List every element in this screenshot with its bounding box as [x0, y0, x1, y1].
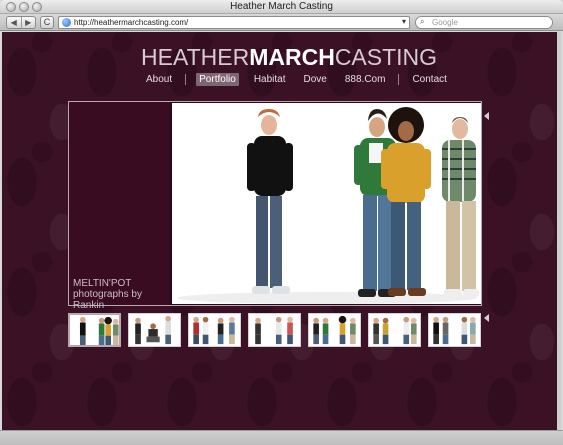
back-button[interactable]: ◀: [7, 17, 21, 28]
nav-portfolio[interactable]: Portfolio: [196, 73, 239, 86]
logo-march: MARCH: [249, 44, 335, 70]
logo-heather: HEATHER: [141, 44, 250, 70]
url-text[interactable]: http://heathermarchcasting.com/: [74, 18, 188, 27]
history-buttons: ◀ ▶: [6, 16, 36, 29]
thumbnail[interactable]: [188, 313, 241, 347]
nav-divider: [398, 74, 400, 85]
window-title: Heather March Casting: [230, 1, 333, 12]
address-bar[interactable]: http://heathermarchcasting.com/ ▾: [58, 16, 410, 29]
caption-panel: MELTIN'POT photographs by Rankin: [69, 102, 170, 311]
gallery-arrow-icon[interactable]: [484, 112, 489, 120]
logo-casting: CASTING: [334, 44, 438, 70]
search-icon: ⌕: [420, 17, 425, 26]
group-photo: [172, 103, 481, 304]
url-dropdown-icon[interactable]: ▾: [402, 17, 406, 26]
search-field[interactable]: ⌕ Google: [415, 16, 553, 29]
reload-button[interactable]: C: [40, 16, 54, 29]
caption-title: MELTIN'POT: [73, 278, 132, 289]
thumbnail-image: [249, 314, 300, 346]
thumbnail-strip: [68, 313, 481, 347]
browser-window: Heather March Casting ◀ ▶ C http://heath…: [0, 0, 563, 445]
nav-contact[interactable]: Contact: [409, 73, 449, 86]
site-logo[interactable]: HEATHERMARCHCASTING: [141, 44, 437, 71]
nav-dove[interactable]: Dove: [301, 73, 330, 86]
thumbnail[interactable]: [128, 313, 181, 347]
nav-888com[interactable]: 888.Com: [342, 73, 389, 86]
thumbnail[interactable]: [428, 313, 481, 347]
nav-habitat[interactable]: Habitat: [251, 73, 289, 86]
thumbnail[interactable]: [308, 313, 361, 347]
forward-button[interactable]: ▶: [20, 17, 36, 28]
caption-credit: photographs by Rankin: [73, 289, 142, 311]
thumbnail-image: [369, 314, 420, 346]
title-bar: Heather March Casting: [0, 0, 563, 14]
status-bar: [0, 430, 563, 445]
thumbnail-image: [309, 314, 360, 346]
search-placeholder[interactable]: Google: [432, 18, 458, 27]
gallery-caption: MELTIN'POT photographs by Rankin: [73, 278, 170, 311]
nav-about[interactable]: About: [143, 73, 175, 86]
thumbnail-image: [189, 314, 240, 346]
featured-photo[interactable]: [172, 103, 481, 304]
thumbnails-arrow-icon[interactable]: [484, 314, 489, 322]
browser-toolbar: ◀ ▶ C http://heathermarchcasting.com/ ▾ …: [0, 14, 563, 31]
page-edge: [557, 32, 561, 430]
featured-gallery: MELTIN'POT photographs by Rankin: [68, 101, 482, 311]
thumbnail[interactable]: [68, 313, 121, 347]
nav-divider: [185, 74, 187, 85]
thumbnail[interactable]: [368, 313, 421, 347]
site-nav: About Portfolio Habitat Dove 888.Com Con…: [143, 73, 450, 86]
globe-icon: [62, 18, 71, 27]
thumbnail-image: [129, 314, 180, 346]
thumbnail-image: [429, 314, 480, 346]
thumbnail[interactable]: [248, 313, 301, 347]
thumbnail-image: [70, 315, 119, 345]
